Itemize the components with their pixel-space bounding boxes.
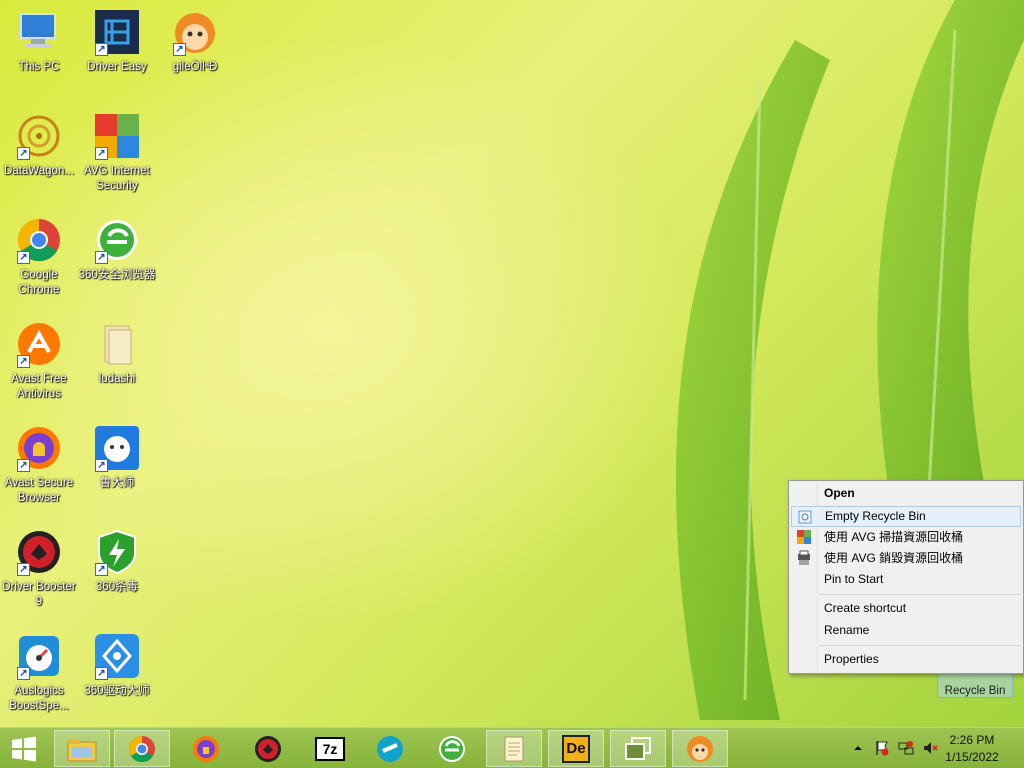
- context-menu: Open Empty Recycle Bin 使用 AVG 掃描資源回收桶 使用…: [788, 480, 1024, 674]
- menu-item-pin-to-start[interactable]: Pin to Start: [791, 569, 1021, 590]
- recycle-bin-icon: [798, 510, 812, 524]
- auslogics-icon: ↗: [15, 632, 63, 680]
- driver-easy-icon: ↗: [93, 8, 141, 56]
- desktop-icon-monkey-app[interactable]: ↗ gileÓllªÐ: [156, 4, 234, 104]
- desktop-icon-driver-booster[interactable]: ↗ Driver Booster 9: [0, 524, 78, 624]
- clock-time: 2:26 PM: [949, 733, 995, 747]
- shortcut-arrow-icon: ↗: [95, 251, 108, 264]
- desktop-icon-360-antivirus[interactable]: ↗ 360杀毒: [78, 524, 156, 624]
- menu-item-open[interactable]: Open: [791, 483, 1021, 504]
- monkey-icon: ↗: [171, 8, 219, 56]
- desktop-icon-avg-internet-security[interactable]: ↗ AVG Internet Security: [78, 108, 156, 208]
- menu-item-empty-recycle-bin[interactable]: Empty Recycle Bin: [791, 506, 1021, 527]
- recycle-bin-label: Recycle Bin: [944, 685, 1006, 697]
- taskbar-7zip[interactable]: 7z: [302, 730, 358, 767]
- chrome-icon: ↗: [15, 216, 63, 264]
- taskbar-file-explorer[interactable]: [54, 730, 110, 767]
- taskbar: 7z De 2:26 PM 1/15/2022: [0, 727, 1024, 768]
- ludashi-icon: ↗: [93, 424, 141, 472]
- shortcut-arrow-icon: ↗: [95, 459, 108, 472]
- taskbar-driver-booster[interactable]: [240, 730, 296, 767]
- shortcut-arrow-icon: ↗: [95, 563, 108, 576]
- menu-item-avg-shred[interactable]: 使用 AVG 銷毀資源回收桶: [791, 548, 1021, 569]
- menu-item-avg-scan[interactable]: 使用 AVG 掃描資源回收桶: [791, 527, 1021, 548]
- desktop-icon-auslogics[interactable]: ↗ Auslogics BoostSpe...: [0, 628, 78, 728]
- menu-item-rename[interactable]: Rename: [791, 620, 1021, 641]
- taskbar-task-view[interactable]: [610, 730, 666, 767]
- taskbar-notepad[interactable]: [486, 730, 542, 767]
- taskbar-chrome[interactable]: [114, 730, 170, 767]
- start-button[interactable]: [0, 730, 48, 767]
- desktop-icon-ludashi-app[interactable]: ↗ 鲁大师: [78, 420, 156, 520]
- 360-driver-icon: ↗: [93, 632, 141, 680]
- desktop-icon-avast-secure-browser[interactable]: ↗ Avast Secure Browser: [0, 420, 78, 520]
- menu-separator: [819, 645, 1021, 646]
- desktop-icon-360-driver[interactable]: ↗ 360驱动大师: [78, 628, 156, 728]
- desktop-icon-ludashi-folder[interactable]: ludashi: [78, 316, 156, 416]
- action-center-flag[interactable]: [874, 740, 890, 756]
- taskbar-avast-browser[interactable]: [178, 730, 234, 767]
- show-hidden-icons-button[interactable]: [850, 740, 866, 756]
- avast-browser-icon: [193, 735, 219, 762]
- menu-item-properties[interactable]: Properties: [791, 649, 1021, 670]
- de-icon: De: [562, 734, 590, 763]
- driver-booster-icon: [255, 735, 281, 762]
- driver-booster-icon: ↗: [15, 528, 63, 576]
- system-clock[interactable]: 2:26 PM 1/15/2022: [932, 732, 1012, 766]
- 360-browser-icon: ↗: [93, 216, 141, 264]
- shortcut-arrow-icon: ↗: [17, 459, 30, 472]
- shredder-icon: [798, 550, 810, 565]
- desktop-icon-datawagon[interactable]: ↗ DataWagon...: [0, 108, 78, 208]
- desktop-icon-avast-free-antivirus[interactable]: ↗ Avast Free Antivirus: [0, 316, 78, 416]
- task-view-icon: [625, 736, 651, 760]
- shortcut-arrow-icon: ↗: [173, 43, 186, 56]
- taskbar-360-driver[interactable]: [362, 730, 418, 767]
- 360-antivirus-icon: ↗: [93, 528, 141, 576]
- notepad-icon: [504, 736, 524, 761]
- chevron-up-icon: [854, 746, 862, 750]
- taskbar-360-browser[interactable]: [424, 730, 480, 767]
- shortcut-arrow-icon: ↗: [17, 355, 30, 368]
- windows-start-icon: [12, 736, 36, 761]
- network-icon: [898, 741, 914, 755]
- avast-browser-icon: ↗: [15, 424, 63, 472]
- flag-icon: [876, 741, 889, 756]
- clock-date: 1/15/2022: [945, 750, 999, 764]
- desktop-icon-google-chrome[interactable]: ↗ Google Chrome: [0, 212, 78, 312]
- 360-browser-icon: [439, 735, 465, 762]
- menu-item-create-shortcut[interactable]: Create shortcut: [791, 598, 1021, 619]
- shortcut-arrow-icon: ↗: [17, 147, 30, 160]
- menu-separator: [819, 594, 1021, 595]
- computer-icon: [15, 8, 63, 56]
- taskbar-monkey-app[interactable]: [672, 730, 728, 767]
- desktop-icon-360-browser[interactable]: ↗ 360安全浏览器: [78, 212, 156, 312]
- shortcut-arrow-icon: ↗: [17, 667, 30, 680]
- folder-icon: [93, 320, 141, 368]
- mandala-icon: ↗: [15, 112, 63, 160]
- avg-icon: [797, 530, 811, 544]
- shortcut-arrow-icon: ↗: [17, 563, 30, 576]
- monkey-icon: [687, 735, 713, 762]
- shortcut-arrow-icon: ↗: [95, 147, 108, 160]
- avg-icon: ↗: [93, 112, 141, 160]
- shortcut-arrow-icon: ↗: [95, 43, 108, 56]
- shortcut-arrow-icon: ↗: [95, 667, 108, 680]
- desktop-icon-this-pc[interactable]: This PC: [0, 4, 78, 104]
- chrome-icon: [128, 735, 155, 762]
- network-status[interactable]: [898, 740, 914, 756]
- desktop-icon-recycle-bin[interactable]: Recycle Bin: [937, 672, 1013, 698]
- avast-icon: ↗: [15, 320, 63, 368]
- 360-driver-icon: [377, 735, 403, 762]
- 7zip-icon: 7z: [315, 736, 345, 761]
- desktop-icon-driver-easy[interactable]: ↗ Driver Easy: [78, 4, 156, 104]
- file-explorer-icon: [67, 738, 97, 761]
- shortcut-arrow-icon: ↗: [17, 251, 30, 264]
- taskbar-de-app[interactable]: De: [548, 730, 604, 767]
